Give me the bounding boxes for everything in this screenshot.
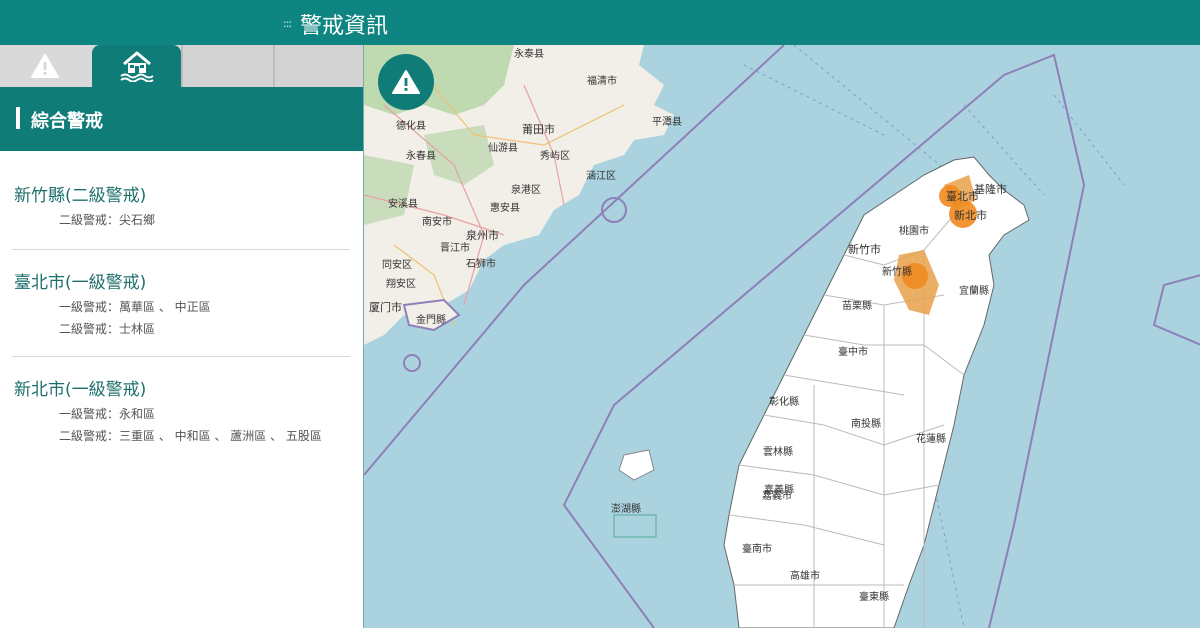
divider — [12, 249, 350, 250]
map-label: 高雄市 — [790, 571, 820, 582]
tab-flood[interactable] — [92, 45, 181, 87]
divider — [12, 356, 350, 357]
map-label: 惠安县 — [490, 203, 520, 214]
map-label: 南安市 — [422, 217, 452, 228]
map-label: 嘉義市 — [762, 491, 792, 502]
map-label: 新竹縣 — [882, 267, 912, 278]
map-label: 臺中市 — [838, 347, 868, 358]
tab-separator — [273, 45, 275, 87]
map-label: 基隆市 — [974, 183, 1007, 196]
tab-separator — [181, 45, 183, 87]
map-label: 安溪县 — [388, 199, 418, 210]
alert-region: 臺北市(一級警戒) — [14, 273, 147, 293]
tab-empty-2[interactable] — [275, 45, 363, 87]
alert-region: 新竹縣(二級警戒) — [14, 186, 147, 206]
map-label: 臺南市 — [742, 544, 772, 555]
map-label: 宜蘭縣 — [959, 286, 989, 297]
map-label: 泉港区 — [511, 185, 541, 196]
tab-empty-1[interactable] — [183, 45, 273, 87]
alert-detail: 二級警戒：士林區 — [59, 322, 156, 336]
map-canvas — [364, 45, 1200, 628]
map-label: 彰化縣 — [769, 397, 799, 408]
boundary-ring — [403, 354, 421, 372]
section-marker — [16, 107, 20, 129]
map-alert-button[interactable] — [378, 54, 434, 110]
map-label: 臺東縣 — [859, 592, 889, 603]
map-label: 厦门市 — [369, 301, 402, 314]
map-label: 平潭县 — [652, 117, 682, 128]
map-label: 金門縣 — [416, 315, 446, 326]
map-label: 仙游县 — [488, 143, 518, 154]
header-bar: ::: 警戒資訊 — [0, 0, 1200, 45]
map-view[interactable]: 永泰县 福清市 平潭县 德化县 莆田市 仙游县 永春县 秀屿区 涵江区 泉港区 … — [363, 45, 1200, 628]
map-label: 苗栗縣 — [842, 301, 872, 312]
tab-alert[interactable] — [0, 45, 90, 87]
boundary-line — [1152, 274, 1200, 346]
map-label: 南投縣 — [851, 419, 881, 430]
warning-icon — [392, 70, 420, 94]
map-label: 石狮市 — [466, 259, 496, 270]
header-dots: ::: — [283, 17, 292, 30]
map-label: 永泰县 — [514, 49, 544, 60]
alert-detail: 一級警戒：萬華區 、 中正區 — [59, 300, 211, 314]
tab-bar — [0, 45, 363, 87]
section-title: 綜合警戒 — [31, 111, 103, 132]
side-panel: 綜合警戒 新竹縣(二級警戒) 二級警戒：尖石鄉 臺北市(一級警戒) 一級警戒：萬… — [0, 45, 363, 628]
penghu-island — [618, 449, 655, 481]
penghu-box — [613, 514, 657, 538]
map-label: 泉州市 — [466, 229, 499, 242]
map-label: 新竹市 — [848, 243, 881, 256]
map-label: 莆田市 — [522, 123, 555, 136]
section-header: 綜合警戒 — [0, 87, 363, 151]
map-label: 涵江区 — [586, 171, 616, 182]
map-label: 翔安区 — [386, 279, 416, 290]
page-title: 警戒資訊 — [300, 14, 389, 39]
map-label: 同安区 — [382, 260, 412, 271]
map-label: 晋江市 — [440, 243, 470, 254]
alert-detail: 一級警戒：永和區 — [59, 407, 156, 421]
warning-icon — [31, 54, 59, 78]
map-label: 福清市 — [587, 76, 617, 87]
map-label: 花蓮縣 — [916, 434, 946, 445]
map-label: 雲林縣 — [763, 447, 793, 458]
map-label: 新北市 — [954, 209, 987, 222]
alert-detail: 二級警戒：尖石鄉 — [59, 213, 156, 227]
map-label: 德化县 — [396, 121, 426, 132]
house-flood-icon — [120, 51, 154, 82]
alert-detail: 二級警戒：三重區 、 中和區 、 蘆洲區 、 五股區 — [59, 429, 322, 443]
map-label: 秀屿区 — [540, 151, 570, 162]
map-label: 桃園市 — [899, 226, 929, 237]
map-label: 永春县 — [406, 151, 436, 162]
alert-region: 新北市(一級警戒) — [14, 380, 147, 400]
map-label: 澎湖縣 — [611, 504, 641, 515]
